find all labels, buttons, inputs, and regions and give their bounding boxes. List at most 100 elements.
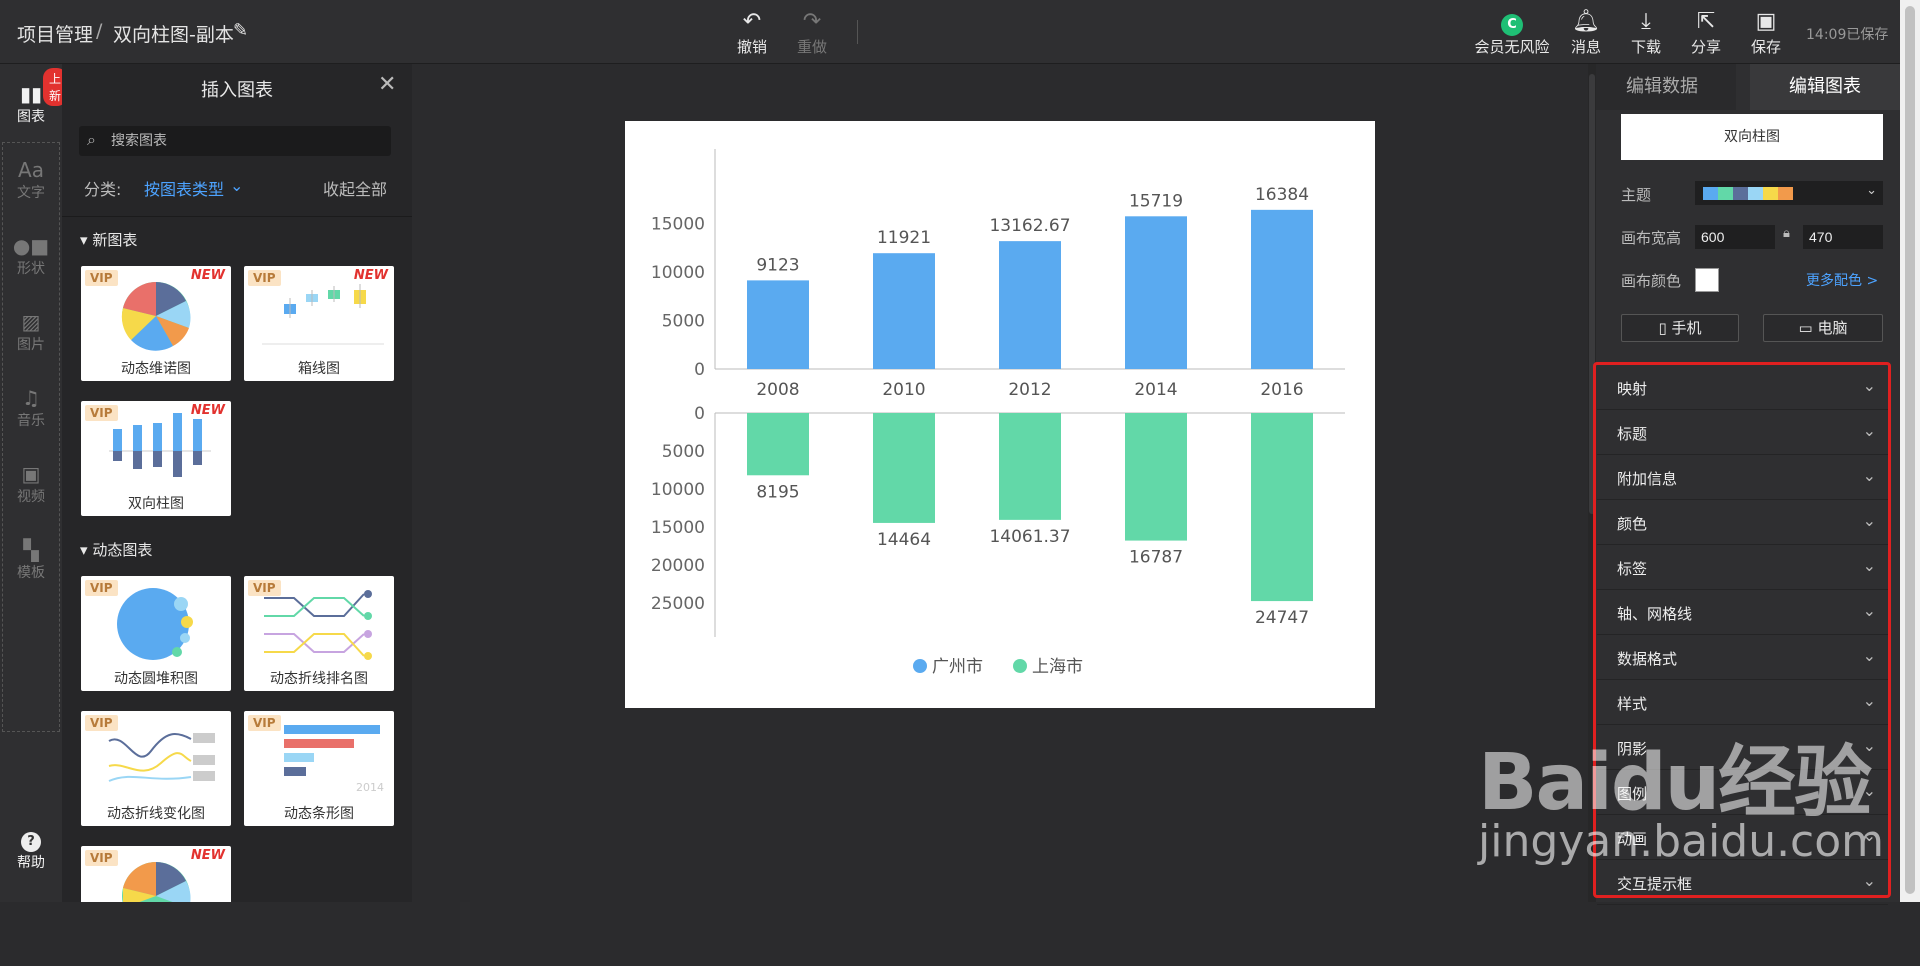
rail-item-text[interactable]: Aa 文字: [0, 158, 62, 202]
save-icon: ▣: [1755, 9, 1777, 34]
accordion-data-format[interactable]: 数据格式 ⌄: [1597, 636, 1888, 680]
accordion-label: 标题: [1617, 425, 1648, 443]
new-tag: NEW: [190, 268, 225, 283]
rail-item-video[interactable]: ▣ 视频: [0, 462, 62, 506]
data-label-shanghai: 14464: [877, 530, 931, 550]
chart-card-voronoi[interactable]: VIP NEW 动态维诺图: [81, 266, 231, 381]
data-label-shanghai: 16787: [1129, 548, 1183, 568]
lock-icon[interactable]: 🔒︎: [1783, 226, 1790, 241]
panel-title: 插入图表: [201, 80, 273, 101]
data-label-shanghai: 8195: [756, 482, 799, 502]
pc-view-button[interactable]: ▭ 电脑: [1763, 314, 1883, 342]
card-label: 动态维诺图: [121, 361, 191, 377]
bottom-y-tick-label: 10000: [651, 480, 705, 500]
x-category-label: 2014: [1134, 380, 1177, 400]
rail-item-shapes[interactable]: ●■ 形状: [0, 234, 62, 278]
accordion-shadow[interactable]: 阴影 ⌄: [1597, 726, 1888, 770]
data-label-guangzhou: 16384: [1255, 185, 1309, 205]
close-icon[interactable]: ✕: [378, 72, 396, 97]
top-bar: 项目管理 / 双向柱图-副本 ✎ ↶ 撤销 ↷ 重做 C 会员无风险 🔔︎ 消息…: [0, 0, 1920, 64]
download-button[interactable]: ⤓ 下载: [1619, 8, 1673, 57]
rail-item-images[interactable]: ▨ 图片: [0, 310, 62, 354]
chart-card-line-ranking[interactable]: VIP 动态折线排名图: [244, 576, 394, 691]
toolbar-divider: [857, 20, 858, 44]
accordion-extra-info[interactable]: 附加信息 ⌄: [1597, 456, 1888, 500]
template-icon: ▚: [23, 538, 39, 562]
rail-item-templates[interactable]: ▚ 模板: [0, 538, 62, 582]
right-panel-scrollbar[interactable]: [1588, 64, 1596, 902]
accordion-color[interactable]: 颜色 ⌄: [1597, 501, 1888, 545]
messages-label: 消息: [1570, 38, 1601, 56]
help-icon: ?: [0, 826, 62, 852]
window-scrollbar[interactable]: [1900, 0, 1920, 902]
chevron-down-icon[interactable]: ⌄: [230, 176, 243, 195]
chevron-down-icon: ⌄: [1862, 691, 1876, 710]
chevron-down-icon: ⌄: [1862, 601, 1876, 620]
chart-card-bidirectional-bar[interactable]: VIP NEW 双向柱图: [81, 401, 231, 516]
rail-item-music[interactable]: ♫ 音乐: [0, 386, 62, 430]
vip-safe-button[interactable]: C 会员无风险: [1462, 8, 1562, 57]
rail-item-charts[interactable]: ▮▮ 图表: [0, 82, 62, 126]
bar-chart-icon: ▮▮: [19, 82, 42, 106]
chart-card-bar-race[interactable]: VIP 2014 动态条形图: [244, 711, 394, 826]
accordion-mapping[interactable]: 映射 ⌄: [1597, 366, 1888, 410]
card-label: 箱线图: [298, 361, 340, 377]
document-title[interactable]: 双向柱图-副本: [113, 20, 234, 47]
theme-color-swatch: [1703, 187, 1718, 200]
accordion-title[interactable]: 标题 ⌄: [1597, 411, 1888, 455]
section-dynamic-charts[interactable]: ▾ 动态图表: [80, 539, 152, 560]
chart-card-circle-packing[interactable]: VIP 动态圆堆积图: [81, 576, 231, 691]
bar-guangzhou: [999, 241, 1061, 369]
accordion-animation[interactable]: 动画 ⌄: [1597, 816, 1888, 860]
chart-card-line-change[interactable]: VIP 动态折线变化图: [81, 711, 231, 826]
filter-dropdown[interactable]: 按图表类型: [144, 176, 224, 200]
canvas-width-input[interactable]: [1695, 225, 1775, 249]
left-rail: 上新 ▮▮ 图表 Aa 文字 ●■ 形状 ▨ 图片 ♫ 音乐 ▣ 视频 ▚ 模板…: [0, 64, 68, 902]
chart-card-boxplot[interactable]: VIP NEW 箱线图: [244, 266, 394, 381]
accordion-legend[interactable]: 图例 ⌄: [1597, 771, 1888, 815]
help-button[interactable]: ? 帮助: [0, 826, 62, 872]
accordion-label: 数据格式: [1617, 650, 1678, 668]
tab-edit-chart[interactable]: 编辑图表: [1750, 64, 1900, 110]
chart-type-preview[interactable]: 双向柱图: [1621, 114, 1883, 160]
bottom-y-tick-label: 15000: [651, 518, 705, 538]
text-icon: Aa: [18, 158, 44, 182]
search-input[interactable]: [109, 130, 379, 152]
edit-title-icon[interactable]: ✎: [233, 20, 248, 41]
chevron-down-icon: ⌄: [1862, 421, 1876, 440]
accordion-labels[interactable]: 标签 ⌄: [1597, 546, 1888, 590]
vip-coin-icon: C: [1462, 8, 1562, 36]
share-icon: ⇱: [1696, 9, 1716, 34]
undo-button[interactable]: ↶ 撤销: [725, 8, 779, 57]
vip-badge: VIP: [248, 270, 281, 286]
bar-guangzhou: [747, 280, 809, 369]
canvas-height-input[interactable]: [1803, 225, 1883, 249]
breadcrumb-root[interactable]: 项目管理: [17, 20, 93, 47]
chart-card-voronoi-2[interactable]: VIP NEW: [81, 846, 231, 902]
messages-button[interactable]: 🔔︎ 消息: [1559, 8, 1613, 57]
scroll-thumb[interactable]: [1905, 6, 1915, 894]
theme-color-swatch: [1763, 187, 1778, 200]
vip-badge: VIP: [85, 850, 118, 866]
redo-button[interactable]: ↷ 重做: [785, 8, 839, 57]
accordion-axis-grid[interactable]: 轴、网格线 ⌄: [1597, 591, 1888, 635]
theme-select[interactable]: ⌄: [1695, 181, 1883, 205]
data-label-guangzhou: 13162.67: [989, 216, 1070, 236]
mobile-view-button[interactable]: ▯ 手机: [1621, 314, 1739, 342]
share-button[interactable]: ⇱ 分享: [1679, 8, 1733, 57]
scroll-thumb[interactable]: [1589, 74, 1595, 514]
chart-canvas[interactable]: 0 5000 10000 15000 0 5000 10000 15000 20000 25000…: [625, 121, 1375, 708]
card-year-label: 2014: [356, 781, 384, 794]
collapse-all-button[interactable]: 收起全部: [323, 176, 387, 200]
new-tag: NEW: [190, 848, 225, 863]
canvas-color-swatch[interactable]: [1695, 268, 1719, 292]
save-button[interactable]: ▣ 保存: [1739, 8, 1793, 57]
theme-color-swatch: [1748, 187, 1763, 200]
accordion-style[interactable]: 样式 ⌄: [1597, 681, 1888, 725]
section-new-charts[interactable]: ▾ 新图表: [80, 229, 137, 250]
more-colors-link[interactable]: 更多配色 >: [1806, 270, 1878, 290]
theme-color-swatch: [1718, 187, 1733, 200]
accordion-tooltip[interactable]: 交互提示框 ⌄: [1597, 861, 1888, 905]
tab-edit-data[interactable]: 编辑数据: [1588, 64, 1736, 110]
bar-shanghai: [873, 413, 935, 523]
